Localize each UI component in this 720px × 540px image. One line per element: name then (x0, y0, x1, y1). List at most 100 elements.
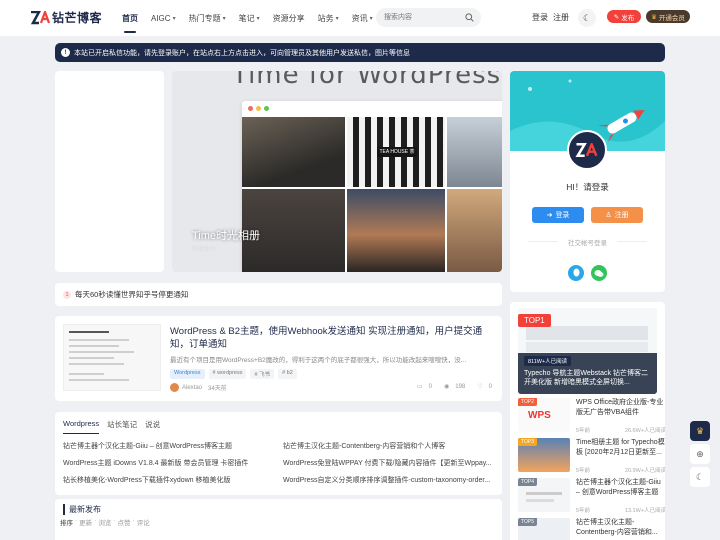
sort-views[interactable]: 浏览 (98, 517, 111, 527)
post-title[interactable]: WordPress & B2主题，使用Webhook发送通知 实现注册通知，用户… (170, 325, 495, 351)
sort-likes[interactable]: 点赞 (118, 517, 131, 527)
sort-updated[interactable]: 更新 (79, 517, 92, 527)
hero-slider[interactable]: Time for WordPress TEA HOUSE 茶 Time时光相册 … (172, 71, 502, 272)
item-thumbnail: TOP4 (518, 478, 570, 512)
moon-icon: ☾ (582, 12, 592, 23)
pen-icon: ✎ (613, 13, 620, 21)
crown-icon: ♛ (651, 13, 657, 21)
post-card[interactable]: WordPress & B2主题，使用Webhook发送通知 实现注册通知，用户… (55, 316, 502, 401)
rank-badge: TOP1 (518, 314, 551, 327)
chevron-down-icon: ▾ (222, 15, 226, 22)
list-item[interactable]: WordPress主题 iDowns V1.8.4 最新版 带会员管理 卡密插件 (63, 458, 283, 475)
tag-item[interactable]: # 飞书 (250, 369, 275, 379)
sort-comments[interactable]: 评论 (137, 517, 150, 527)
vip-float-button[interactable]: ♛ (690, 421, 710, 441)
top-header: 钻芒博客 首页 AIGC▾ 热门专题▾ 笔记▾ 资源分享 站务▾ 资讯▾ 登录 … (0, 0, 720, 36)
wechat-login-button[interactable] (591, 265, 607, 281)
theme-float-button[interactable]: ☾ (690, 467, 710, 487)
search-input[interactable] (376, 8, 462, 27)
photo-6 (447, 189, 502, 272)
hot-list-card: TOP1 811W+人已阅读 Typecho 导航主题Webstack 钻芒博客… (510, 302, 665, 540)
nav-item-topics[interactable]: 热门专题 ▾ (189, 13, 226, 24)
tab-talk[interactable]: 说说 (145, 419, 160, 430)
info-icon: ! (61, 48, 70, 57)
list-item[interactable]: WPS TOP2 WPS Office政府企业版-专业版无广告带VBA组件 5年… (518, 398, 665, 436)
section-title: 最新发布 (63, 504, 101, 515)
view-count: 811W+人已阅读 (524, 356, 572, 366)
list-item[interactable]: 钻芒博主器个汉化主题-Giiu – 创意WordPress博客主题 (63, 441, 283, 458)
rank-badge: TOP4 (518, 478, 537, 486)
list-item[interactable]: WordPress自定义分类顺序排序调整插件-custom-taxonomy-o… (283, 475, 495, 492)
nav-item-notes[interactable]: 笔记 ▾ (239, 13, 260, 24)
login-icon: ➜ (546, 212, 553, 219)
login-button[interactable]: ➜ 登录 (532, 207, 584, 223)
greeting-text: HI！请登录 (566, 182, 609, 192)
hot-top-item[interactable]: TOP1 811W+人已阅读 Typecho 导航主题Webstack 钻芒博客… (518, 308, 657, 394)
slider-caption-sub: 轮播图片 (192, 247, 217, 253)
view-count: ◉ 198 (444, 384, 466, 390)
links-tabs: Wordpress 站长笔记 说说 (63, 419, 168, 434)
list-item[interactable]: WordPress免登陆WPPAY 付费下载/隐藏内容插件【更新至Wppay..… (283, 458, 495, 475)
like-count: ♡ 0 (477, 384, 492, 390)
item-meta: 5年前 20.9W+人已阅读 (576, 468, 665, 474)
tag-category[interactable]: Wordpress (170, 369, 205, 379)
photo-3 (447, 117, 502, 187)
hot-top-title[interactable]: Typecho 导航主题Webstack 钻芒博客二开美化版 新增暗黑模式全屏切… (524, 369, 654, 387)
photo-5 (347, 189, 445, 272)
item-title[interactable]: 钻芒博主汉化主题-Contentberg-内容营销和... (576, 518, 665, 537)
qq-login-button[interactable] (568, 265, 584, 281)
register-button[interactable]: ♙ 注册 (591, 207, 643, 223)
logo-text: 钻芒博客 (52, 11, 103, 25)
nav-item-site[interactable]: 站务 ▾ (318, 13, 339, 24)
tab-webmaster-notes[interactable]: 站长笔记 (107, 419, 137, 430)
item-title[interactable]: Time相册主题 for Typecho模板 [2020年2月12日更新至... (576, 438, 665, 457)
add-float-button[interactable]: ⊕ (690, 444, 710, 464)
login-link[interactable]: 登录 (532, 12, 548, 23)
nav-item-news[interactable]: 资讯 ▾ (352, 13, 373, 24)
tag-item[interactable]: # b2 (278, 369, 297, 379)
rank-badge: TOP2 (518, 398, 537, 406)
slider-mock-window: TEA HOUSE 茶 (242, 101, 502, 272)
chevron-down-icon: ▾ (369, 15, 373, 22)
post-thumbnail[interactable] (63, 324, 161, 391)
list-item[interactable]: TOP3 Time相册主题 for Typecho模板 [2020年2月12日更… (518, 438, 665, 476)
nav-item-aigc[interactable]: AIGC ▾ (151, 14, 176, 23)
links-row: 钻长移植美化-WordPress下载插件xydown 移植美化版 WordPre… (63, 475, 495, 492)
author-name[interactable]: Alextao (182, 385, 202, 391)
tab-wordpress[interactable]: Wordpress (63, 419, 100, 434)
sort-separator: · (94, 517, 97, 524)
rank-badge: TOP3 (518, 438, 537, 446)
post-author[interactable]: Alextao 34天前 (170, 383, 227, 392)
list-item[interactable]: TOP4 钻芒博主器个汉化主题-Giiu – 创意WordPress博客主题 5… (518, 478, 665, 516)
nav-item-resources[interactable]: 资源分享 (273, 13, 305, 24)
sort-separator: · (75, 517, 78, 524)
vip-button[interactable]: ♛ 开通会员 (646, 10, 690, 23)
nav-item-home[interactable]: 首页 (122, 13, 138, 33)
item-title[interactable]: WPS Office政府企业版-专业版无广告带VBA组件 (576, 398, 665, 417)
item-thumbnail: TOP3 (518, 438, 570, 472)
moon-icon: ☾ (695, 471, 705, 482)
news-ticker[interactable]: 1 每天60秒读懂世界知乎号停更通知 (55, 283, 502, 306)
sort-separator: · (113, 517, 116, 524)
ticker-text[interactable]: 每天60秒读懂世界知乎号停更通知 (75, 289, 188, 300)
chevron-down-icon: ▾ (172, 15, 176, 22)
links-row: WordPress主题 iDowns V1.8.4 最新版 带会员管理 卡密插件… (63, 458, 495, 475)
crown-icon: ♛ (695, 425, 705, 436)
links-row: 钻芒博主器个汉化主题-Giiu – 创意WordPress博客主题 钻芒博主汉化… (63, 441, 495, 458)
item-title[interactable]: 钻芒博主器个汉化主题-Giiu – 创意WordPress博客主题 (576, 478, 665, 497)
post-time: 34天前 (208, 386, 227, 392)
site-logo[interactable]: 钻芒博客 (30, 8, 103, 26)
qq-icon (573, 268, 579, 277)
publish-button[interactable]: ✎ 发布 (607, 10, 641, 23)
list-item[interactable]: TOP5 钻芒博主汉化主题-Contentberg-内容营销和... (518, 518, 658, 540)
register-link[interactable]: 注册 (553, 12, 569, 23)
tag-item[interactable]: # wordpress (208, 369, 247, 379)
eye-icon: ◉ (444, 384, 450, 390)
ticker-index: 1 (63, 290, 71, 299)
list-item[interactable]: 钻长移植美化-WordPress下载插件xydown 移植美化版 (63, 475, 283, 492)
search-icon[interactable] (465, 13, 474, 22)
slider-caption: Time时光相册 (192, 230, 261, 242)
list-item[interactable]: 钻芒博主汉化主题-Contentberg-内容营销和个人博客 (283, 441, 495, 458)
theme-toggle-button[interactable]: ☾ (578, 9, 596, 27)
post-tags: Wordpress # wordpress # 飞书 # b2 (170, 369, 301, 379)
